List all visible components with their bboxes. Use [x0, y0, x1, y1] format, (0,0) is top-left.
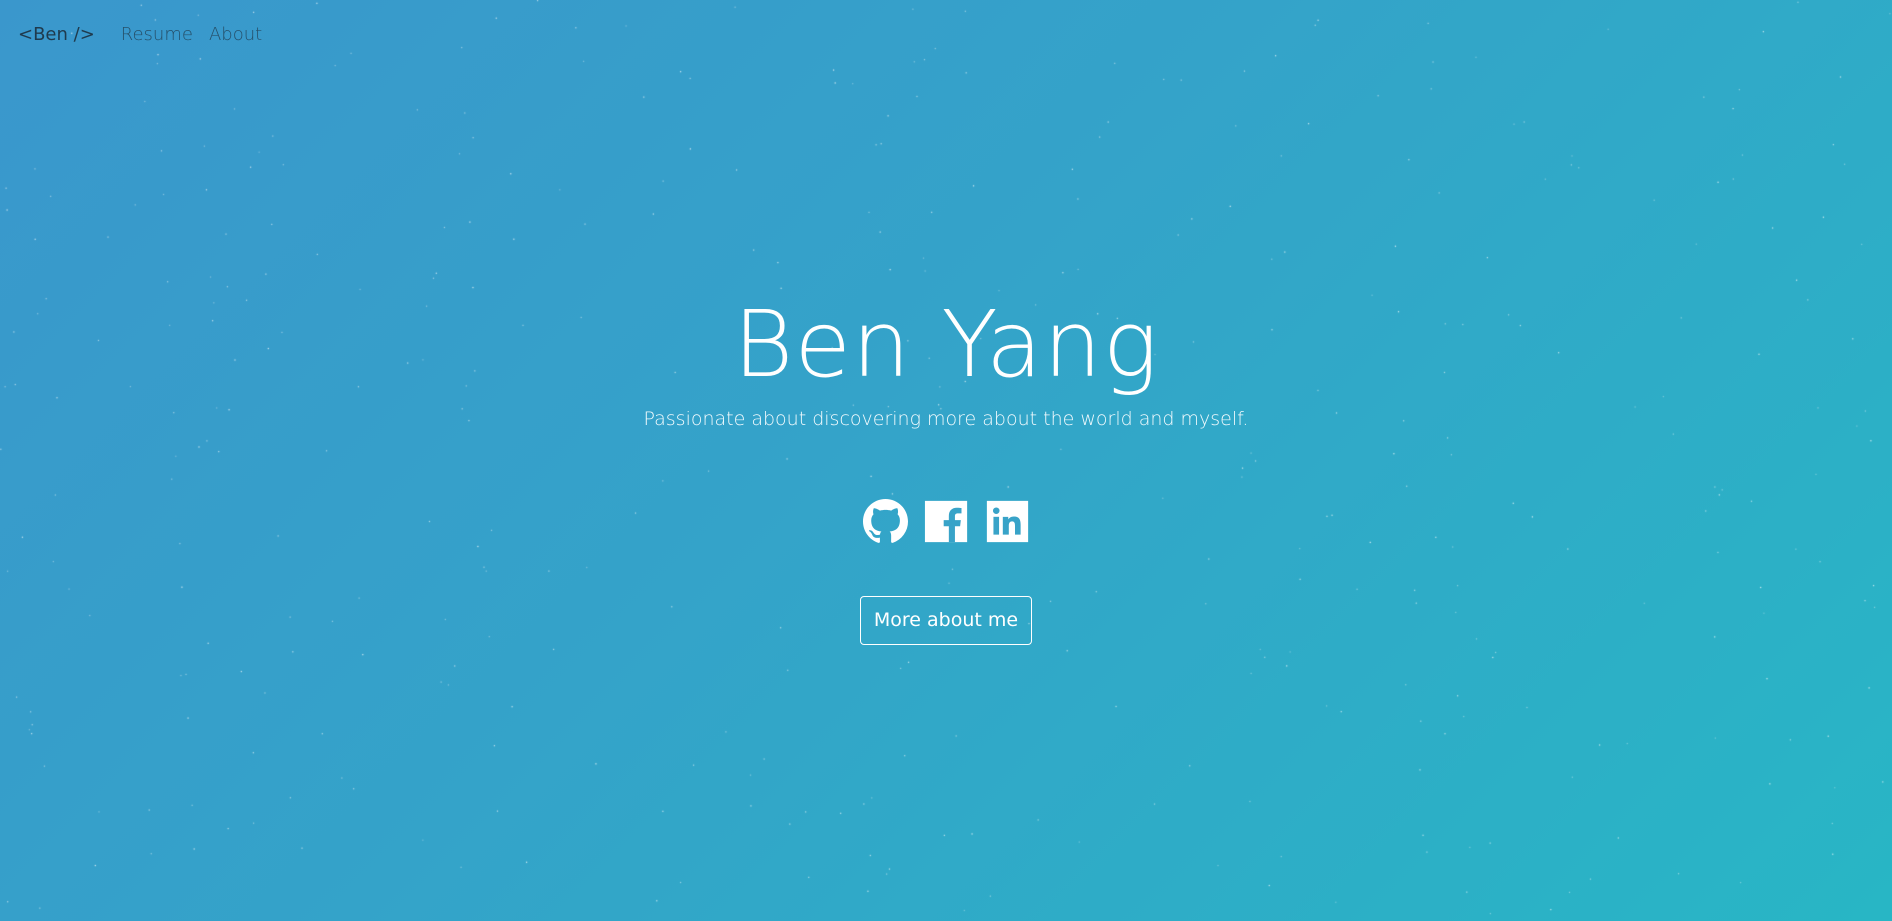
- github-link[interactable]: [862, 499, 908, 544]
- linkedin-icon: [986, 500, 1028, 543]
- hero-title: Ben Yang: [733, 291, 1159, 398]
- cta-wrapper: More about me: [0, 596, 1892, 645]
- facebook-link[interactable]: [924, 499, 969, 544]
- linkedin-link[interactable]: [985, 499, 1030, 544]
- hero-section: Ben Yang Passionate about discovering mo…: [0, 290, 1892, 432]
- hero-tagline: Passionate about discovering more about …: [643, 408, 1249, 430]
- social-links: [0, 499, 1892, 544]
- brand-logo-link[interactable]: <Ben />: [18, 24, 95, 45]
- more-about-me-button[interactable]: More about me: [860, 596, 1032, 645]
- facebook-icon: [924, 500, 967, 543]
- github-icon: [862, 499, 908, 543]
- nav-link-resume[interactable]: Resume: [121, 24, 193, 45]
- starfield-background: [0, 0, 1892, 921]
- top-navbar: <Ben /> Resume About: [18, 20, 278, 48]
- nav-link-about[interactable]: About: [209, 24, 262, 45]
